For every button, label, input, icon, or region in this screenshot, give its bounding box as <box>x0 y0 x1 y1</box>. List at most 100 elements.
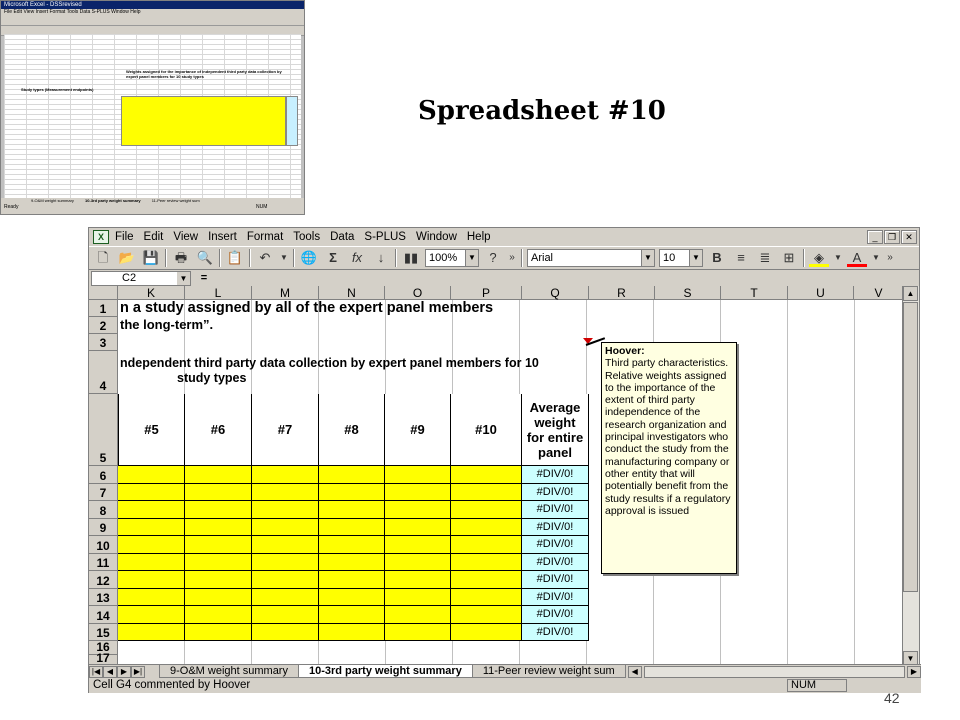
data-cell[interactable] <box>451 501 522 519</box>
undo-icon[interactable]: ↶ <box>255 249 275 267</box>
print-preview-icon[interactable]: 🔍 <box>195 249 215 267</box>
print-icon[interactable]: 🖶 <box>171 249 191 267</box>
new-icon[interactable]: 🗋 <box>93 249 113 267</box>
first-sheet-icon[interactable]: |◀ <box>89 665 103 678</box>
data-cell[interactable] <box>118 466 185 484</box>
column-header-o[interactable]: O <box>385 286 451 300</box>
row-header-10[interactable]: 10 <box>89 536 118 554</box>
tab-10-3rd-party-weight-summary[interactable]: 10-3rd party weight summary <box>297 665 473 678</box>
tab-9-om-weight-summary[interactable]: 9-O&M weight summary <box>159 665 299 678</box>
hyperlink-icon[interactable]: 🌐 <box>299 249 319 267</box>
data-cell[interactable] <box>185 606 252 624</box>
data-cell[interactable] <box>252 588 319 606</box>
row-header-15[interactable]: 15 <box>89 623 118 641</box>
help-icon[interactable]: ? <box>483 249 503 267</box>
data-cell[interactable] <box>185 588 252 606</box>
data-cell[interactable] <box>185 483 252 501</box>
row-header-14[interactable]: 14 <box>89 606 118 624</box>
menu-file[interactable]: File <box>115 231 134 243</box>
row-header-11[interactable]: 11 <box>89 553 118 571</box>
average-cell[interactable]: #DIV/0! <box>522 518 589 536</box>
data-cell[interactable] <box>252 553 319 571</box>
data-cell[interactable] <box>385 483 451 501</box>
average-weight-header[interactable]: Average weight for entire panel <box>521 394 589 466</box>
header-cell-5[interactable]: #5 <box>118 394 185 466</box>
menu-tools[interactable]: Tools <box>293 231 320 243</box>
data-cell[interactable] <box>451 536 522 554</box>
open-icon[interactable]: 📂 <box>117 249 137 267</box>
close-icon[interactable]: ✕ <box>901 230 917 244</box>
scroll-up-icon[interactable]: ▲ <box>903 286 918 301</box>
column-header-s[interactable]: S <box>655 286 721 300</box>
zoom-select[interactable]: 100% ▼ <box>425 249 479 267</box>
row-header-7[interactable]: 7 <box>89 483 118 501</box>
data-cell[interactable] <box>385 623 451 641</box>
data-cell[interactable] <box>185 553 252 571</box>
data-cell[interactable] <box>319 588 385 606</box>
vertical-scrollbar[interactable]: ▲ ▼ <box>902 286 919 666</box>
tab-11-peer-review-weight-summary[interactable]: 11-Peer review weight sum <box>471 665 626 678</box>
sheet-grid[interactable]: K L M N O P Q R S T U V 1 2 3 4 5 6 7 8 … <box>89 286 904 666</box>
column-header-p[interactable]: P <box>451 286 522 300</box>
data-cell[interactable] <box>319 536 385 554</box>
data-cell[interactable] <box>385 466 451 484</box>
header-cell-7[interactable]: #7 <box>251 394 319 466</box>
data-cell[interactable] <box>385 553 451 571</box>
chevron-down-icon[interactable]: ▼ <box>689 250 702 266</box>
column-header-n[interactable]: N <box>319 286 385 300</box>
data-cell[interactable] <box>185 536 252 554</box>
data-cell[interactable] <box>319 623 385 641</box>
chevron-down-icon[interactable]: ▼ <box>465 250 478 266</box>
data-cell[interactable] <box>451 553 522 571</box>
data-cell[interactable] <box>451 466 522 484</box>
row-header-4[interactable]: 4 <box>89 351 118 394</box>
column-header-q[interactable]: Q <box>522 286 589 300</box>
data-cell[interactable] <box>118 571 185 589</box>
formula-equals[interactable]: = <box>191 272 217 284</box>
data-cell[interactable] <box>385 588 451 606</box>
undo-dropdown-icon[interactable]: ▼ <box>279 249 289 267</box>
column-header-r[interactable]: R <box>589 286 655 300</box>
column-header-v[interactable]: V <box>854 286 904 300</box>
data-cell[interactable] <box>319 553 385 571</box>
data-cell[interactable] <box>118 588 185 606</box>
paste-icon[interactable]: 📋 <box>225 249 245 267</box>
scroll-right-icon[interactable]: ▶ <box>907 665 921 678</box>
data-cell[interactable] <box>252 536 319 554</box>
bold-button[interactable]: B <box>707 249 727 267</box>
select-all-corner[interactable] <box>89 286 118 300</box>
column-header-m[interactable]: M <box>252 286 319 300</box>
data-cell[interactable] <box>252 501 319 519</box>
data-cell[interactable] <box>451 571 522 589</box>
data-cell[interactable] <box>185 501 252 519</box>
average-cell[interactable]: #DIV/0! <box>522 501 589 519</box>
tab-split-icon[interactable]: ◀ <box>627 665 642 678</box>
data-cell[interactable] <box>118 483 185 501</box>
data-cell[interactable] <box>118 518 185 536</box>
data-cell[interactable] <box>185 571 252 589</box>
data-cell[interactable] <box>185 623 252 641</box>
horizontal-scrollbar[interactable] <box>643 665 905 678</box>
row-header-9[interactable]: 9 <box>89 518 118 536</box>
chevron-down-icon[interactable]: ▼ <box>177 271 190 285</box>
save-icon[interactable]: 💾 <box>141 249 161 267</box>
row-header-6[interactable]: 6 <box>89 466 118 484</box>
average-cell[interactable]: #DIV/0! <box>522 588 589 606</box>
menu-help[interactable]: Help <box>467 231 491 243</box>
font-color-icon[interactable]: A <box>847 249 867 267</box>
menu-data[interactable]: Data <box>330 231 354 243</box>
more-buttons-icon[interactable]: » <box>507 249 517 267</box>
row-header-3[interactable]: 3 <box>89 334 118 351</box>
data-cell[interactable] <box>385 606 451 624</box>
restore-icon[interactable]: ❐ <box>884 230 900 244</box>
more-buttons-icon[interactable]: » <box>885 249 895 267</box>
align-left-icon[interactable]: ≡ <box>731 249 751 267</box>
column-header-k[interactable]: K <box>118 286 185 300</box>
menu-format[interactable]: Format <box>247 231 283 243</box>
row-header-13[interactable]: 13 <box>89 588 118 606</box>
row-header-8[interactable]: 8 <box>89 501 118 519</box>
row-header-5[interactable]: 5 <box>89 394 118 466</box>
column-header-t[interactable]: T <box>721 286 788 300</box>
average-cell[interactable]: #DIV/0! <box>522 536 589 554</box>
data-cell[interactable] <box>319 501 385 519</box>
